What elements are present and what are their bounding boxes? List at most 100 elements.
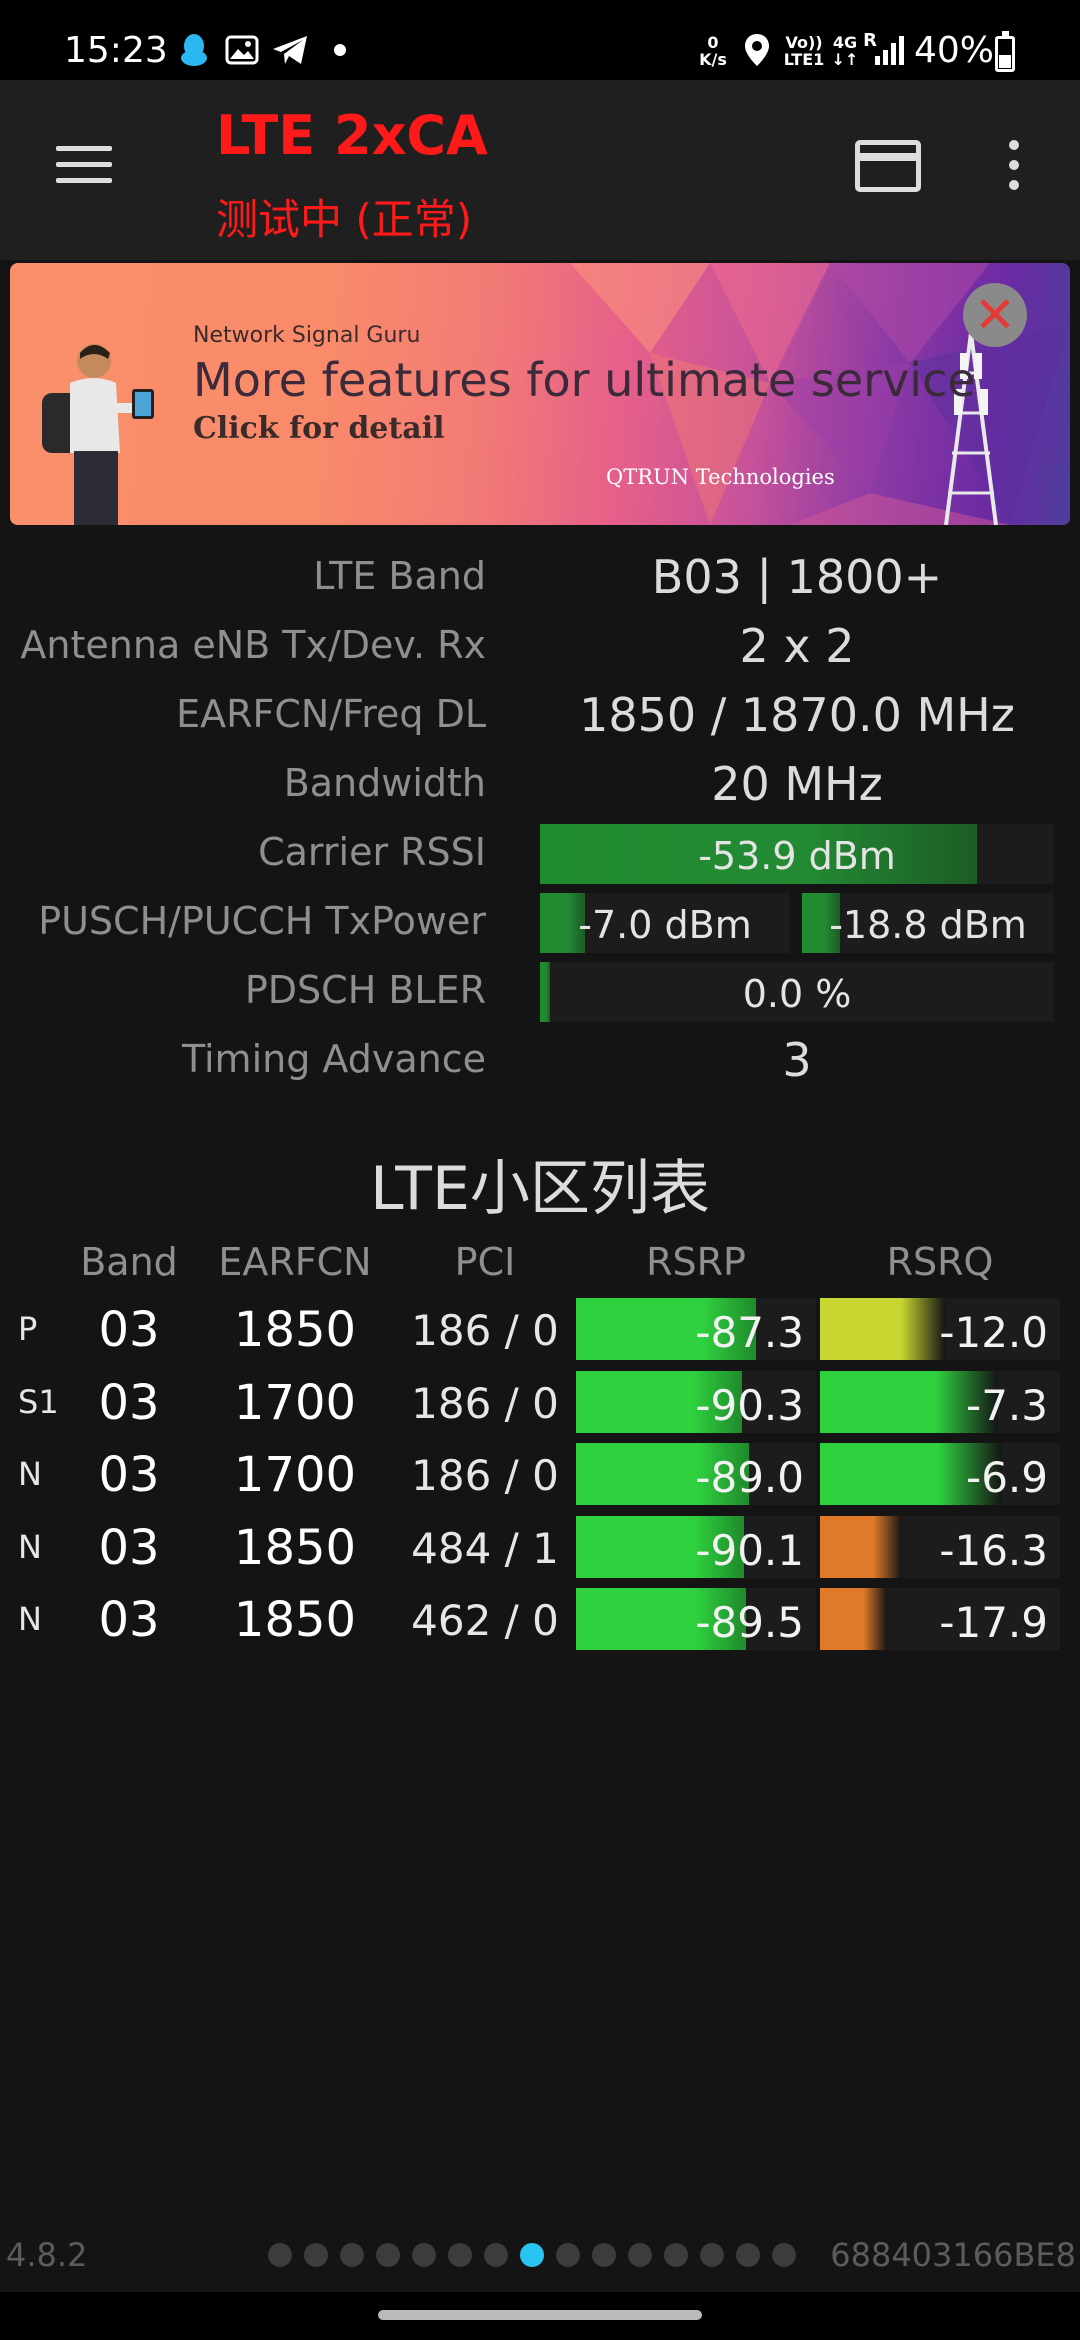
rsrq-bar: -12.0 (820, 1298, 1060, 1360)
more-options-icon[interactable] (1000, 138, 1028, 194)
header-band: Band (80, 1240, 178, 1284)
card-view-icon[interactable] (855, 140, 921, 192)
rsrp-value: -89.5 (695, 1598, 804, 1647)
cell-row: P 03 1850 186 / 0 -87.3 -12.0 (0, 1296, 1080, 1360)
page-dot[interactable] (736, 2243, 760, 2267)
ad-headline: More features for ultimate service (193, 353, 976, 407)
page-dot[interactable] (556, 2243, 580, 2267)
location-pin-icon (740, 32, 774, 68)
page-dot[interactable] (592, 2243, 616, 2267)
telegram-icon (270, 32, 310, 68)
test-status: 测试中 (正常) (216, 195, 473, 244)
menu-hamburger-icon[interactable] (52, 142, 116, 188)
close-ad-icon[interactable]: ✕ (963, 283, 1027, 347)
businessman-illustration (42, 344, 154, 525)
cell-type: P (18, 1310, 38, 1348)
lte-band-label: LTE Band (313, 554, 486, 598)
cell-list-title: LTE小区列表 (370, 1154, 710, 1224)
rsrq-value: -16.3 (939, 1525, 1048, 1575)
status-time: 15:23 (64, 30, 168, 71)
cell-type: N (18, 1600, 42, 1638)
cell-earfcn: 1700 (233, 1374, 357, 1431)
app-title: LTE 2xCA (216, 104, 488, 167)
lte-band-value: B03 | 1800+ (651, 550, 943, 604)
device-id: 688403166BE8 (830, 2236, 1076, 2274)
cell-earfcn: 1850 (233, 1592, 357, 1648)
system-nav-bar (0, 2292, 1080, 2340)
rssi-row: Carrier RSSI -53.9 dBm (0, 822, 1080, 886)
earfcn-value: 1850 / 1870.0 MHz (579, 688, 1015, 742)
rsrq-bar: -7.3 (820, 1370, 1060, 1433)
page-dot[interactable] (628, 2243, 652, 2267)
app-toolbar: LTE 2xCA 测试中 (正常) (0, 80, 1080, 260)
rsrp-value: -90.1 (695, 1525, 804, 1575)
page-dot[interactable] (412, 2243, 436, 2267)
header-rsrp: RSRP (646, 1240, 746, 1284)
battery-percent: 40% (914, 30, 995, 71)
signal-strength-icon (872, 32, 906, 68)
txpower-row: PUSCH/PUCCH TxPower -7.0 dBm -18.8 dBm (0, 891, 1080, 955)
page-dot[interactable] (664, 2243, 688, 2267)
antenna-row: Antenna eNB Tx/Dev. Rx 2 x 2 (0, 615, 1080, 679)
rsrp-bar: -89.0 (576, 1443, 816, 1505)
ad-banner[interactable]: Network Signal Guru More features for ul… (10, 263, 1070, 525)
cell-pci: 484 / 1 (411, 1523, 559, 1573)
rsrq-bar-fill (820, 1588, 888, 1650)
earfcn-label: EARFCN/Freq DL (176, 692, 486, 736)
bandwidth-label: Bandwidth (283, 761, 486, 805)
pucch-bar: -18.8 dBm (802, 893, 1054, 953)
rsrp-value: -89.0 (695, 1453, 804, 1502)
rssi-label: Carrier RSSI (258, 830, 486, 874)
cell-band: 03 (98, 1374, 160, 1431)
cell-pci: 186 / 0 (411, 1451, 559, 1500)
bler-value: 0.0 % (742, 972, 852, 1016)
cell-band: 03 (98, 1519, 160, 1576)
battery-icon (995, 31, 1015, 72)
header-pci: PCI (454, 1240, 516, 1284)
rsrq-bar-fill (820, 1298, 945, 1360)
pucch-value: -18.8 dBm (829, 903, 1027, 947)
volte-top-text: Vo)) (785, 33, 823, 52)
home-gesture-bar[interactable] (378, 2310, 702, 2320)
rsrq-value: -17.9 (939, 1598, 1048, 1647)
rsrq-bar: -16.3 (820, 1515, 1060, 1578)
notification-dot-icon (330, 32, 350, 68)
bler-label: PDSCH BLER (244, 968, 486, 1012)
page-dot[interactable] (340, 2243, 364, 2267)
antenna-value: 2 x 2 (739, 619, 855, 673)
rssi-value: -53.9 dBm (698, 834, 896, 878)
bler-row: PDSCH BLER 0.0 % (0, 960, 1080, 1024)
page-dot[interactable] (304, 2243, 328, 2267)
cell-type: N (18, 1527, 42, 1566)
page-dot[interactable] (772, 2243, 796, 2267)
cell-pci: 186 / 0 (411, 1306, 559, 1355)
page-dot[interactable] (484, 2243, 508, 2267)
network-type-text: 4G (832, 33, 858, 52)
page-dot[interactable] (700, 2243, 724, 2267)
rsrq-value: -6.9 (966, 1453, 1048, 1502)
pusch-bar: -7.0 dBm (540, 893, 790, 953)
rsrp-value: -90.3 (695, 1380, 804, 1430)
rsrp-bar: -89.5 (576, 1588, 816, 1650)
rsrq-bar: -17.9 (820, 1588, 1060, 1650)
cell-earfcn: 1850 (233, 1519, 357, 1576)
volte-bottom-text: LTE1 (783, 50, 825, 69)
page-dot[interactable] (376, 2243, 400, 2267)
timing-advance-label: Timing Advance (181, 1037, 486, 1081)
ad-company: QTRUN Technologies (606, 465, 835, 489)
header-earfcn: EARFCN (218, 1240, 372, 1284)
net-speed-value: 0 (707, 33, 719, 52)
ad-brand: Network Signal Guru (193, 323, 421, 348)
page-dot[interactable] (448, 2243, 472, 2267)
cell-pci: 186 / 0 (411, 1378, 559, 1428)
ad-cta-link[interactable]: Click for detail (193, 411, 444, 446)
cell-type: N (18, 1455, 42, 1493)
bandwidth-row: Bandwidth 20 MHz (0, 753, 1080, 817)
page-dot[interactable] (268, 2243, 292, 2267)
cell-row: N 03 1700 186 / 0 -89.0 -6.9 (0, 1441, 1080, 1505)
page-dot[interactable] (520, 2243, 544, 2267)
net-speed-indicator: 0 K/s (696, 34, 730, 68)
header-rsrq: RSRQ (886, 1240, 994, 1284)
rsrq-value: -12.0 (939, 1308, 1048, 1357)
cell-band: 03 (98, 1592, 160, 1648)
